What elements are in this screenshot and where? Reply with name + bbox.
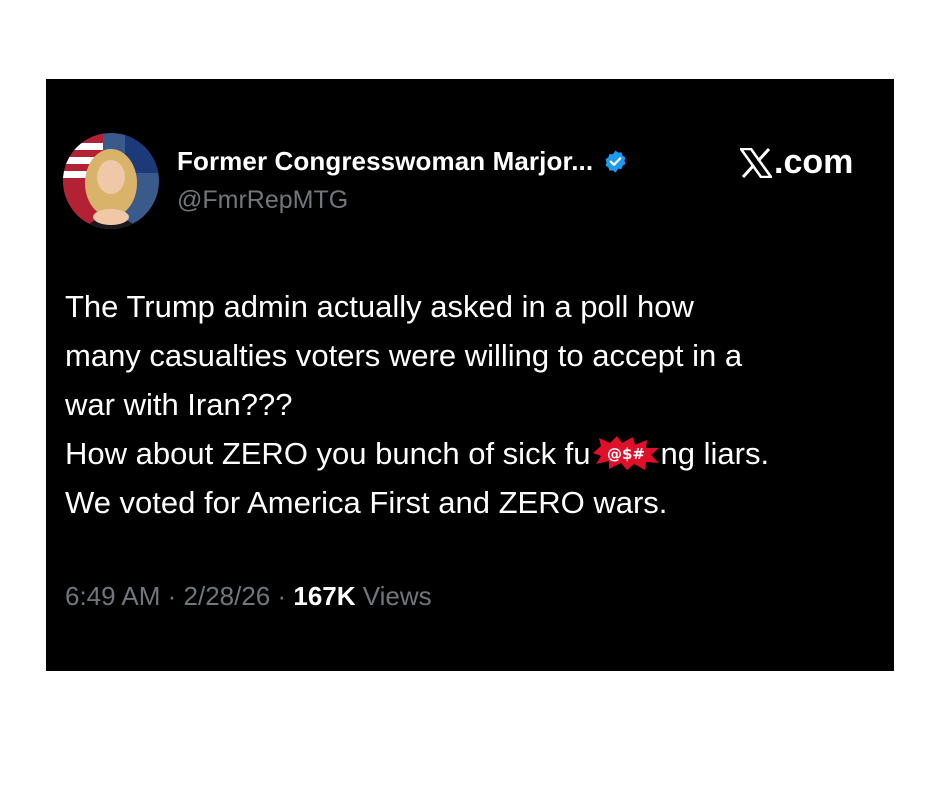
tweet-line-4: How about ZERO you bunch of sick fu @$# … [65,429,885,478]
avatar-image [63,133,159,229]
tweet-time[interactable]: 6:49 AM [65,581,160,611]
author-display-name[interactable]: Former Congresswoman Marjor... [177,146,593,177]
source-brand: .com [740,143,853,182]
author-handle[interactable]: @FmrRepMTG [177,186,348,215]
tweet-text: The Trump admin actually asked in a poll… [65,282,885,527]
meta-separator-1: · [160,581,184,611]
tweet-line-5: We voted for America First and ZERO wars… [65,485,668,520]
verified-badge-icon [603,149,628,174]
x-logo-icon [740,147,772,178]
author-name-row[interactable]: Former Congresswoman Marjor... [177,146,628,177]
tweet-line-4-prefix: How about ZERO you bunch of sick fu [65,436,591,471]
tweet-line-1: The Trump admin actually asked in a poll… [65,289,694,324]
views-count[interactable]: 167K [293,581,355,611]
tweet-date[interactable]: 2/28/26 [184,581,271,611]
meta-separator-2: · [270,581,294,611]
tweet-line-3: war with Iran??? [65,387,293,422]
avatar[interactable] [63,133,159,229]
tweet-line-4-suffix: ng liars. [660,436,770,471]
tweet-line-2: many casualties voters were willing to a… [65,338,743,373]
source-brand-label: .com [774,143,854,181]
views-label: Views [355,581,432,611]
tweet-card: Former Congresswoman Marjor... @FmrRepMT… [46,79,894,671]
censor-burst-icon: @$# [591,435,661,470]
censor-symbols: @$# [607,445,645,463]
tweet-meta: 6:49 AM · 2/28/26 · 167K Views [65,581,432,612]
